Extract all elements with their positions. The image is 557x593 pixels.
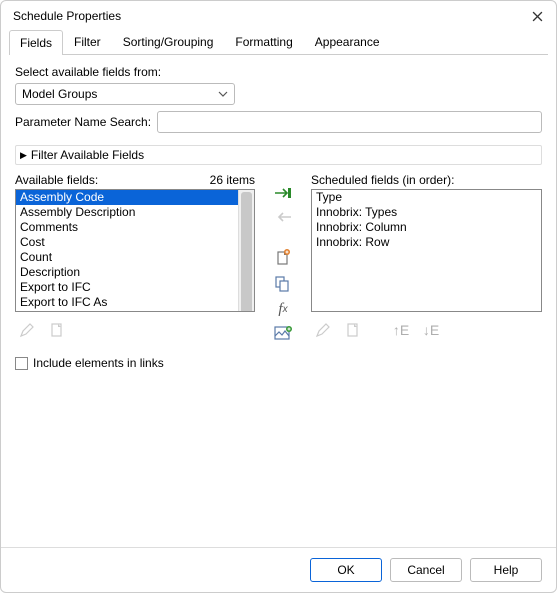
- move-down-button: ↓E: [419, 318, 443, 342]
- triangle-right-icon: ▶: [20, 150, 27, 161]
- scheduled-label: Scheduled fields (in order):: [311, 173, 454, 187]
- tab-appearance[interactable]: Appearance: [304, 29, 391, 54]
- move-up-button: ↑E: [389, 318, 413, 342]
- calculated-value-icon[interactable]: fx: [271, 301, 295, 318]
- dialog-footer: OK Cancel Help: [1, 547, 556, 592]
- include-elements-checkbox[interactable]: [15, 357, 28, 370]
- tab-content: Select available fields from: Model Grou…: [1, 55, 556, 547]
- scheduled-fields-list[interactable]: Type Innobrix: Types Innobrix: Column In…: [311, 189, 542, 312]
- edit-icon: [15, 318, 39, 342]
- new-shared-parameter-icon[interactable]: [271, 249, 295, 267]
- list-item[interactable]: Cost: [16, 235, 238, 250]
- available-label: Available fields:: [15, 173, 98, 187]
- list-item[interactable]: Innobrix: Column: [312, 220, 541, 235]
- available-fields-list[interactable]: Assembly Code Assembly Description Comme…: [15, 189, 255, 312]
- chevron-down-icon: [218, 91, 228, 97]
- list-item[interactable]: Export to IFC: [16, 280, 238, 295]
- list-item[interactable]: Comments: [16, 220, 238, 235]
- tab-fields[interactable]: Fields: [9, 30, 63, 55]
- available-count: 26 items: [210, 173, 255, 187]
- select-label: Select available fields from:: [15, 65, 542, 79]
- new-parameter-icon: [45, 318, 69, 342]
- parameter-search-input[interactable]: [157, 111, 542, 133]
- list-item[interactable]: Assembly Code: [16, 190, 238, 205]
- cancel-button[interactable]: Cancel: [390, 558, 462, 582]
- select-value: Model Groups: [22, 87, 97, 101]
- remove-field-button: [271, 209, 295, 225]
- list-item[interactable]: Export Type to IFC: [16, 310, 238, 311]
- ok-button[interactable]: OK: [310, 558, 382, 582]
- fields-source-select[interactable]: Model Groups: [15, 83, 235, 105]
- list-item[interactable]: Count: [16, 250, 238, 265]
- tab-bar: Fields Filter Sorting/Grouping Formattin…: [9, 29, 548, 55]
- scrollbar[interactable]: [238, 190, 254, 311]
- list-item[interactable]: Innobrix: Types: [312, 205, 541, 220]
- edit-scheduled-icon: [311, 318, 335, 342]
- close-button[interactable]: [531, 10, 544, 23]
- insert-image-icon[interactable]: [271, 326, 295, 342]
- list-item[interactable]: Innobrix: Row: [312, 235, 541, 250]
- tab-sorting[interactable]: Sorting/Grouping: [112, 29, 225, 54]
- list-item[interactable]: Assembly Description: [16, 205, 238, 220]
- list-item[interactable]: Type: [312, 190, 541, 205]
- list-item[interactable]: Description: [16, 265, 238, 280]
- scrollbar-thumb[interactable]: [241, 192, 252, 312]
- search-label: Parameter Name Search:: [15, 115, 151, 129]
- window-title: Schedule Properties: [13, 9, 531, 23]
- help-button[interactable]: Help: [470, 558, 542, 582]
- include-elements-label: Include elements in links: [33, 356, 164, 370]
- tab-formatting[interactable]: Formatting: [224, 29, 303, 54]
- list-item[interactable]: Export to IFC As: [16, 295, 238, 310]
- combine-parameters-icon[interactable]: [271, 275, 295, 293]
- tab-filter[interactable]: Filter: [63, 29, 112, 54]
- titlebar: Schedule Properties: [1, 1, 556, 29]
- delete-scheduled-icon: [341, 318, 365, 342]
- add-field-button[interactable]: [271, 185, 295, 201]
- filter-fields-expander[interactable]: ▶ Filter Available Fields: [15, 145, 542, 165]
